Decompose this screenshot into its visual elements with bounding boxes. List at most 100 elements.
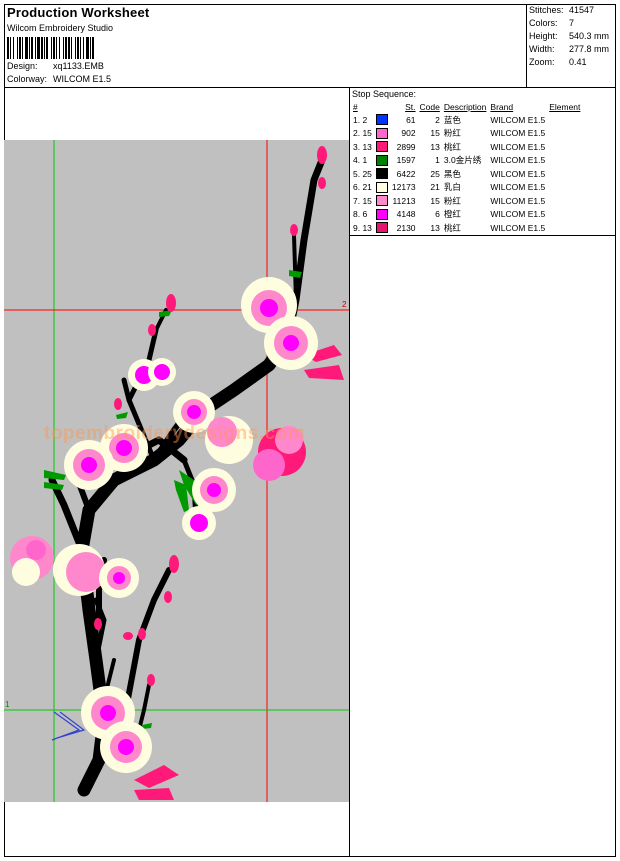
stat-value: 540.3 mm xyxy=(569,31,610,41)
cell-stitches: 6422 xyxy=(396,168,416,179)
color-swatch xyxy=(374,167,390,181)
color-swatch xyxy=(374,154,390,168)
flower xyxy=(99,558,139,598)
page-title: Production Worksheet xyxy=(7,5,150,20)
cell-brand: WILCOM E1.5 xyxy=(490,209,546,220)
stat-colors: Colors: 7 xyxy=(529,18,615,28)
cell-number: 3. 13 xyxy=(353,141,372,152)
stat-stitches: Stitches: 41547 xyxy=(529,5,615,15)
cell-description: 3.0金片绣 xyxy=(443,155,482,166)
cell-description: 橙红 xyxy=(443,209,461,220)
cell-brand: WILCOM E1.5 xyxy=(490,128,546,139)
color-swatch xyxy=(374,181,390,195)
color-swatch xyxy=(374,127,390,141)
flower xyxy=(100,721,152,773)
cell-code: 15 xyxy=(430,195,440,206)
cell-code: 2 xyxy=(435,114,440,125)
table-row: 9. 13 2130 13 桃红 WILCOM E1.5 xyxy=(351,221,582,235)
cell-description: 桃红 xyxy=(443,141,461,152)
col-header: St. xyxy=(405,102,416,112)
color-swatch xyxy=(374,221,390,235)
company-name: Wilcom Embroidery Studio xyxy=(7,23,114,33)
cell-element xyxy=(547,140,582,154)
cell-description: 粉红 xyxy=(443,128,461,139)
cell-element xyxy=(547,154,582,168)
color-swatch-icon xyxy=(375,181,388,193)
cell-code: 25 xyxy=(430,168,440,179)
color-swatch-icon xyxy=(375,141,388,153)
cell-element xyxy=(547,194,582,208)
flower xyxy=(182,506,216,540)
col-header: Element xyxy=(549,102,581,112)
cell-description: 桃红 xyxy=(443,222,461,233)
flower xyxy=(192,468,236,512)
col-header: Brand xyxy=(490,102,514,112)
cell-brand: WILCOM E1.5 xyxy=(490,168,546,179)
table-row: 3. 13 2899 13 桃红 WILCOM E1.5 xyxy=(351,140,582,154)
cell-number: 4. 1 xyxy=(353,155,368,166)
flower xyxy=(264,316,318,370)
cell-number: 9. 13 xyxy=(353,222,372,233)
table-row: 4. 1 1597 1 3.0金片绣 WILCOM E1.5 xyxy=(351,154,582,168)
design-preview: topembroiderydesigns.com 2 1 xyxy=(4,140,349,802)
color-swatch xyxy=(374,113,390,127)
stat-label: Stitches: xyxy=(529,5,564,15)
table-row: 7. 15 11213 15 粉红 WILCOM E1.5 xyxy=(351,194,582,208)
table-row: 6. 21 12173 21 乳白 WILCOM E1.5 xyxy=(351,181,582,195)
stat-label: Height: xyxy=(529,31,558,41)
cell-element xyxy=(547,221,582,235)
start-arrow-icon xyxy=(51,711,86,741)
blank-area xyxy=(4,88,349,138)
cell-stitches: 902 xyxy=(401,128,416,139)
table-header-row: # St. Code Description Brand Element xyxy=(351,101,582,113)
cell-stitches: 12173 xyxy=(391,182,416,193)
cell-code: 6 xyxy=(435,209,440,220)
stat-value: 277.8 mm xyxy=(569,44,610,54)
stop-sequence-title: Stop Sequence: xyxy=(352,89,417,99)
cell-description: 粉红 xyxy=(443,195,461,206)
stat-label: Zoom: xyxy=(529,57,555,67)
stat-zoom: Zoom: 0.41 xyxy=(529,57,615,67)
guide-label-1: 1 xyxy=(5,700,10,709)
cell-code: 15 xyxy=(430,128,440,139)
cell-number: 8. 6 xyxy=(353,209,368,220)
cell-description: 乳白 xyxy=(443,182,461,193)
cell-brand: WILCOM E1.5 xyxy=(490,114,546,125)
table-row: 1. 2 61 2 蓝色 WILCOM E1.5 xyxy=(351,113,582,127)
barcode-image xyxy=(7,37,94,59)
color-swatch-icon xyxy=(375,195,388,207)
cell-description: 黑色 xyxy=(443,168,461,179)
flower xyxy=(128,358,176,391)
color-swatch xyxy=(374,140,390,154)
design-value: xq1133.EMB xyxy=(53,61,104,71)
header-panel: Production Worksheet Wilcom Embroidery S… xyxy=(4,4,527,88)
cell-element xyxy=(547,167,582,181)
watermark-text: topembroiderydesigns.com xyxy=(44,423,306,444)
cell-element xyxy=(547,181,582,195)
cell-brand: WILCOM E1.5 xyxy=(490,182,546,193)
cell-stitches: 61 xyxy=(406,114,416,125)
stats-panel: Stitches: 41547 Colors: 7 Height: 540.3 mm … xyxy=(526,4,616,88)
cell-element xyxy=(547,208,582,222)
cell-code: 13 xyxy=(430,141,440,152)
cell-element xyxy=(547,127,582,141)
design-label: Design: xyxy=(7,61,38,71)
cell-stitches: 2899 xyxy=(396,141,416,152)
cell-brand: WILCOM E1.5 xyxy=(490,155,546,166)
cell-stitches: 2130 xyxy=(396,222,416,233)
table-row: 8. 6 4148 6 橙红 WILCOM E1.5 xyxy=(351,208,582,222)
col-header: # xyxy=(353,102,358,112)
table-row: 5. 25 6422 25 黑色 WILCOM E1.5 xyxy=(351,167,582,181)
cell-stitches: 1597 xyxy=(396,155,416,166)
stat-value: 0.41 xyxy=(569,57,587,67)
cell-brand: WILCOM E1.5 xyxy=(490,195,546,206)
stop-sequence-table: # St. Code Description Brand Element 1. … xyxy=(351,101,582,235)
cell-number: 1. 2 xyxy=(353,114,368,125)
color-swatch-icon xyxy=(375,114,388,126)
stop-sequence-panel: Stop Sequence: # St. Code Description Br… xyxy=(350,88,616,236)
design-row: Design: xq1133.EMB xyxy=(7,61,104,71)
color-swatch-icon xyxy=(375,154,388,166)
cell-element xyxy=(547,113,582,127)
cell-number: 2. 15 xyxy=(353,128,372,139)
cell-number: 7. 15 xyxy=(353,195,372,206)
